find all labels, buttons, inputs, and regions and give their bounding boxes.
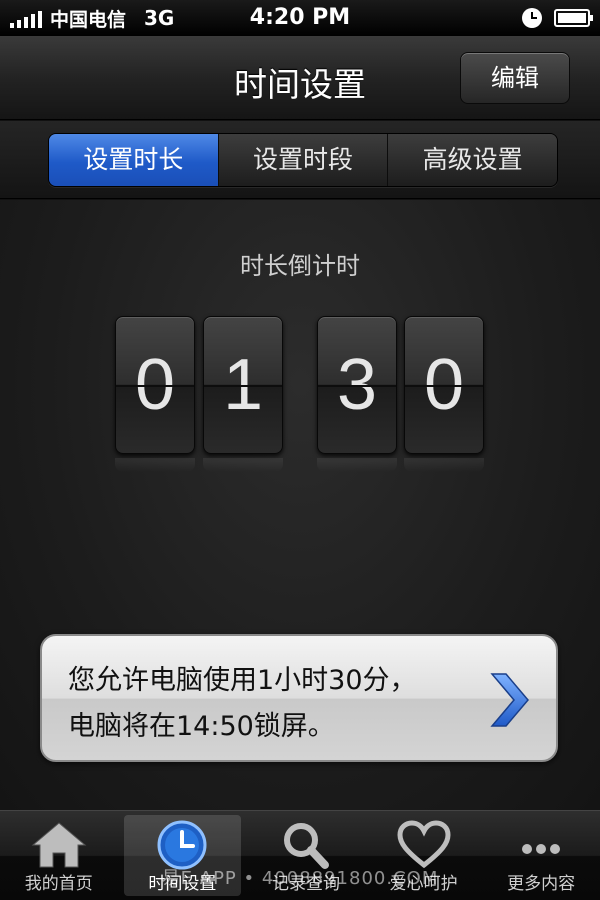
home-icon	[31, 822, 87, 868]
main-content: 时长倒计时 0 1 3 0 您允许电脑使用1小时30分， 电脑将在14:50锁屏…	[0, 200, 600, 810]
tab-more[interactable]: 更多内容	[482, 811, 600, 900]
tab-bar: 我的首页 时间设置 记录查询 爱心呵护 更多内容	[0, 810, 600, 900]
alarm-icon	[522, 8, 542, 28]
segment-advanced-settings[interactable]: 高级设置	[387, 134, 557, 186]
tab-label: 时间设置	[148, 874, 217, 894]
navigation-bar: 时间设置 编辑	[0, 36, 600, 120]
minute-ones-digit: 0	[404, 316, 484, 454]
edit-button[interactable]: 编辑	[460, 52, 570, 104]
minute-tens-digit: 3	[317, 316, 397, 454]
countdown-label: 时长倒计时	[240, 252, 360, 280]
clock-icon	[157, 820, 207, 870]
more-icon	[522, 844, 561, 854]
tab-label: 更多内容	[507, 874, 576, 894]
tab-time-settings[interactable]: 时间设置	[123, 815, 242, 896]
search-icon	[283, 823, 329, 869]
tab-label: 记录查询	[271, 874, 340, 894]
signal-icon	[10, 8, 42, 28]
tab-home[interactable]: 我的首页	[0, 811, 118, 900]
carrier-name: 中国电信	[50, 8, 127, 31]
segment-set-duration[interactable]: 设置时长	[49, 134, 218, 186]
segment-area: 设置时长 设置时段 高级设置	[0, 121, 600, 199]
segment-set-period[interactable]: 设置时段	[217, 134, 388, 186]
network-type: 3G	[144, 6, 175, 30]
tab-label: 我的首页	[24, 874, 93, 894]
digit-reflection	[404, 458, 484, 472]
tab-records[interactable]: 记录查询	[247, 811, 365, 900]
heart-icon	[397, 820, 451, 869]
hour-ones-digit: 1	[203, 316, 283, 454]
info-line-lock-time: 电脑将在14:50锁屏。	[68, 711, 335, 742]
segmented-control: 设置时长 设置时段 高级设置	[48, 133, 558, 187]
digit-reflection	[317, 458, 397, 472]
chevron-right-icon	[490, 673, 529, 727]
hour-tens-digit: 0	[115, 316, 195, 454]
tab-care[interactable]: 爱心呵护	[365, 811, 483, 900]
battery-icon	[554, 9, 593, 27]
lock-info-panel[interactable]: 您允许电脑使用1小时30分， 电脑将在14:50锁屏。	[40, 634, 558, 762]
digit-reflection	[203, 458, 283, 472]
info-line-usage: 您允许电脑使用1小时30分，	[68, 665, 417, 696]
digit-reflection	[115, 458, 195, 472]
status-bar: 中国电信 3G 4:20 PM	[0, 0, 600, 36]
tab-label: 爱心呵护	[389, 874, 458, 894]
